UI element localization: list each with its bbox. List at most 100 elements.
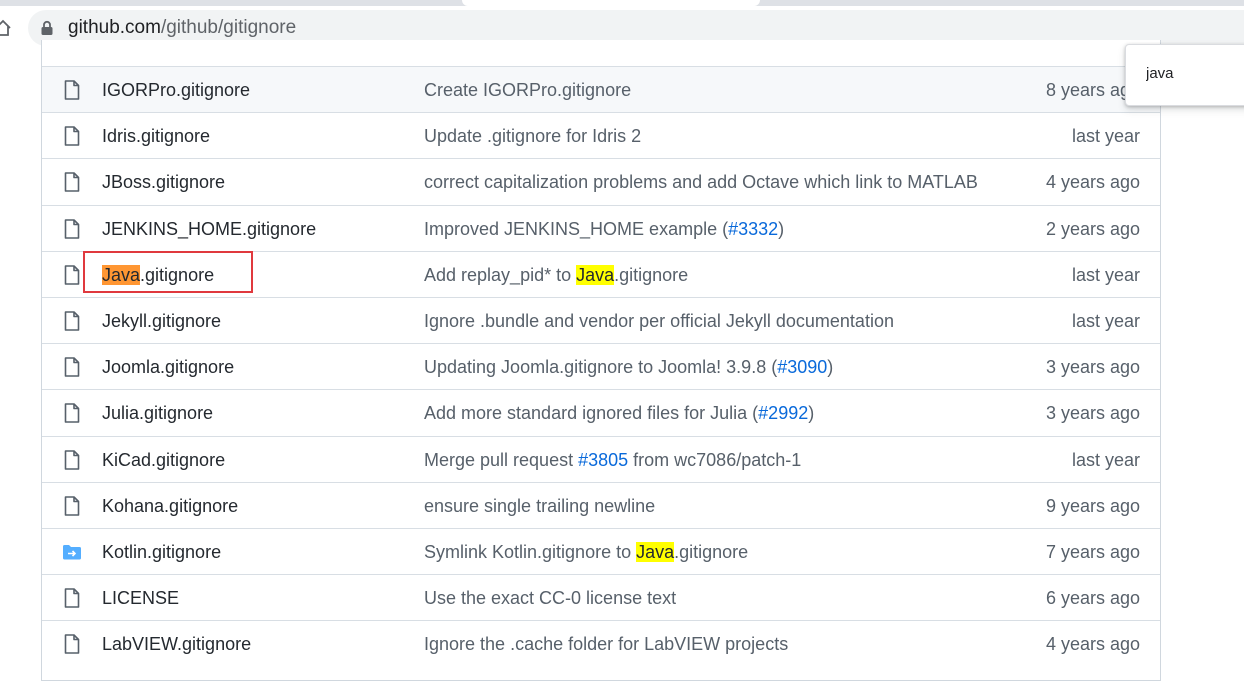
file-name-text: Jekyll.gitignore — [102, 311, 222, 331]
file-name-text: LICENSE — [102, 588, 180, 609]
commit-age[interactable]: 7 years ago — [1046, 542, 1140, 562]
commit-message-text: Add replay_pid* to — [424, 264, 577, 285]
commit-age[interactable]: 6 years ago — [1046, 588, 1140, 608]
file-row[interactable]: Julia.gitignore Add more standard ignored… — [42, 389, 1160, 435]
file-name-link[interactable]: Jekyll.gitignore — [102, 311, 221, 331]
file-name-link[interactable]: KiCad.gitignore — [102, 450, 225, 470]
commit-message-suffix: from wc7086/patch-1 — [628, 449, 802, 470]
pull-request-link[interactable]: #3332 — [728, 219, 778, 239]
commit-message-text: Symlink Kotlin.gitignore to — [424, 542, 637, 562]
commit-age[interactable]: last year — [1072, 265, 1140, 285]
file-name-text: KiCad.gitignore — [102, 449, 226, 470]
file-row[interactable]: Java.gitignore Add replay_pid* to Java.gi… — [42, 250, 1160, 297]
file-row[interactable]: Kohana.gitignore ensure single trailing n… — [42, 481, 1160, 528]
commit-message-link[interactable]: Use the exact CC-0 license text — [424, 588, 676, 608]
url-path: /github/gitignore — [160, 17, 297, 38]
commit-message-suffix: ) — [827, 357, 834, 378]
commit-message-link[interactable]: Create IGORPro.gitignore — [424, 80, 631, 100]
file-icon — [64, 80, 80, 100]
file-row[interactable]: KiCad.gitignore Merge pull request #3805 … — [42, 435, 1160, 482]
file-name-text: JENKINS_HOME.gitignore — [102, 218, 317, 239]
file-name-link[interactable]: Joomla.gitignore — [102, 357, 234, 377]
commit-message-link[interactable]: Improved JENKINS_HOME example (#3332) — [424, 219, 784, 239]
file-row[interactable]: Joomla.gitignore Updating Joomla.gitignor… — [42, 343, 1160, 389]
file-icon — [64, 172, 80, 193]
pull-request-link[interactable]: #3805 — [578, 450, 628, 470]
home-icon[interactable] — [0, 19, 12, 37]
commit-message-text: Merge pull request — [424, 449, 579, 470]
find-match-highlight: Java — [576, 264, 615, 285]
file-name-link[interactable]: LICENSE — [102, 588, 179, 608]
symlink-icon — [62, 544, 81, 564]
file-icon — [64, 218, 80, 239]
commit-message-text: correct capitalization problems and add … — [424, 172, 978, 193]
commit-age[interactable]: 3 years ago — [1046, 357, 1140, 377]
commit-message-link[interactable]: Merge pull request #3805 from wc7086/pat… — [424, 450, 801, 470]
file-row[interactable]: Jekyll.gitignore Ignore .bundle and vendo… — [42, 297, 1160, 343]
commit-message-text: Create IGORPro.gitignore — [424, 80, 632, 100]
find-match-highlight: Java — [636, 542, 675, 562]
file-name-text: Joomla.gitignore — [102, 357, 235, 378]
file-icon — [64, 126, 80, 146]
commit-message-text: Update .gitignore for Idris 2 — [424, 126, 642, 147]
commit-message-link[interactable]: Add replay_pid* to Java.gitignore — [424, 264, 689, 285]
url-text[interactable]: github.com/github/gitignore — [68, 18, 296, 38]
commit-message-link[interactable]: Symlink Kotlin.gitignore to Java.gitigno… — [424, 542, 748, 562]
commit-message-suffix: .gitignore — [614, 264, 689, 285]
commit-message-text: ensure single trailing newline — [424, 495, 656, 516]
commit-message-text: Ignore .bundle and vendor per official J… — [424, 311, 894, 331]
commit-age[interactable]: last year — [1072, 311, 1140, 331]
commit-age[interactable]: last year — [1072, 450, 1140, 470]
commit-age[interactable]: 3 years ago — [1046, 403, 1140, 423]
file-name-text: Kohana.gitignore — [102, 495, 239, 516]
commit-message-text: Use the exact CC-0 license text — [424, 588, 677, 609]
file-name-link[interactable]: Julia.gitignore — [102, 403, 213, 423]
file-name-link[interactable]: JENKINS_HOME.gitignore — [102, 219, 316, 239]
find-input[interactable] — [1146, 65, 1244, 82]
file-name-link[interactable]: IGORPro.gitignore — [102, 80, 250, 100]
file-row[interactable]: JBoss.gitignore correct capitalization pr… — [42, 158, 1160, 204]
file-row[interactable]: LabVIEW.gitignore Ignore the .cache folde… — [42, 620, 1160, 666]
file-name-text: JBoss.gitignore — [102, 172, 226, 193]
file-name-text: Idris.gitignore — [102, 126, 211, 147]
file-name-link[interactable]: Kotlin.gitignore — [102, 542, 221, 562]
file-row[interactable]: Idris.gitignore Update .gitignore for Idr… — [42, 112, 1160, 158]
commit-message-link[interactable]: Update .gitignore for Idris 2 — [424, 126, 641, 146]
commit-age[interactable]: 4 years ago — [1046, 172, 1140, 192]
commit-message-link[interactable]: Ignore .bundle and vendor per official J… — [424, 311, 894, 331]
file-row[interactable]: LICENSE Use the exact CC-0 license text 6 … — [42, 574, 1160, 620]
commit-age[interactable]: 2 years ago — [1046, 219, 1140, 239]
commit-age[interactable]: 9 years ago — [1046, 496, 1140, 516]
file-name-link[interactable]: LabVIEW.gitignore — [102, 634, 251, 654]
file-row[interactable]: Kotlin.gitignore Symlink Kotlin.gitignore… — [42, 528, 1160, 574]
file-icon — [64, 264, 80, 285]
pull-request-link[interactable]: #2992 — [758, 403, 808, 423]
commit-message-text: Updating Joomla.gitignore to Joomla! 3.9… — [424, 357, 778, 378]
file-name-link[interactable]: JBoss.gitignore — [102, 172, 225, 192]
commit-message-link[interactable]: ensure single trailing newline — [424, 496, 655, 516]
commit-message-link[interactable]: correct capitalization problems and add … — [424, 172, 978, 192]
url-host: github.com — [68, 17, 161, 38]
commit-age[interactable]: last year — [1072, 126, 1140, 146]
pull-request-link[interactable]: #3090 — [777, 357, 827, 377]
commit-age[interactable]: 4 years ago — [1046, 634, 1140, 654]
commit-message-suffix: ) — [778, 218, 785, 239]
commit-message-text: Add more standard ignored files for Juli… — [424, 403, 759, 424]
file-icon — [64, 403, 80, 424]
file-name-link[interactable]: Idris.gitignore — [102, 126, 210, 146]
commit-message-link[interactable]: Updating Joomla.gitignore to Joomla! 3.9… — [424, 357, 833, 377]
file-name-link[interactable]: Java.gitignore — [102, 264, 215, 285]
commit-message-text: Improved JENKINS_HOME example ( — [424, 218, 729, 239]
commit-message-link[interactable]: Ignore the .cache folder for LabVIEW pro… — [424, 634, 788, 654]
find-in-page-bar — [1125, 44, 1244, 106]
file-icon — [64, 311, 80, 331]
file-name-text: .gitignore — [140, 264, 215, 285]
commit-message-suffix: .gitignore — [674, 542, 749, 562]
file-name-link[interactable]: Kohana.gitignore — [102, 496, 238, 516]
file-icon — [64, 449, 80, 470]
file-icon — [64, 357, 80, 377]
lock-icon[interactable] — [40, 20, 54, 36]
file-row[interactable]: IGORPro.gitignore Create IGORPro.gitignor… — [42, 66, 1160, 112]
file-row[interactable]: JENKINS_HOME.gitignore Improved JENKINS_H… — [42, 204, 1160, 251]
commit-message-link[interactable]: Add more standard ignored files for Juli… — [424, 403, 814, 423]
